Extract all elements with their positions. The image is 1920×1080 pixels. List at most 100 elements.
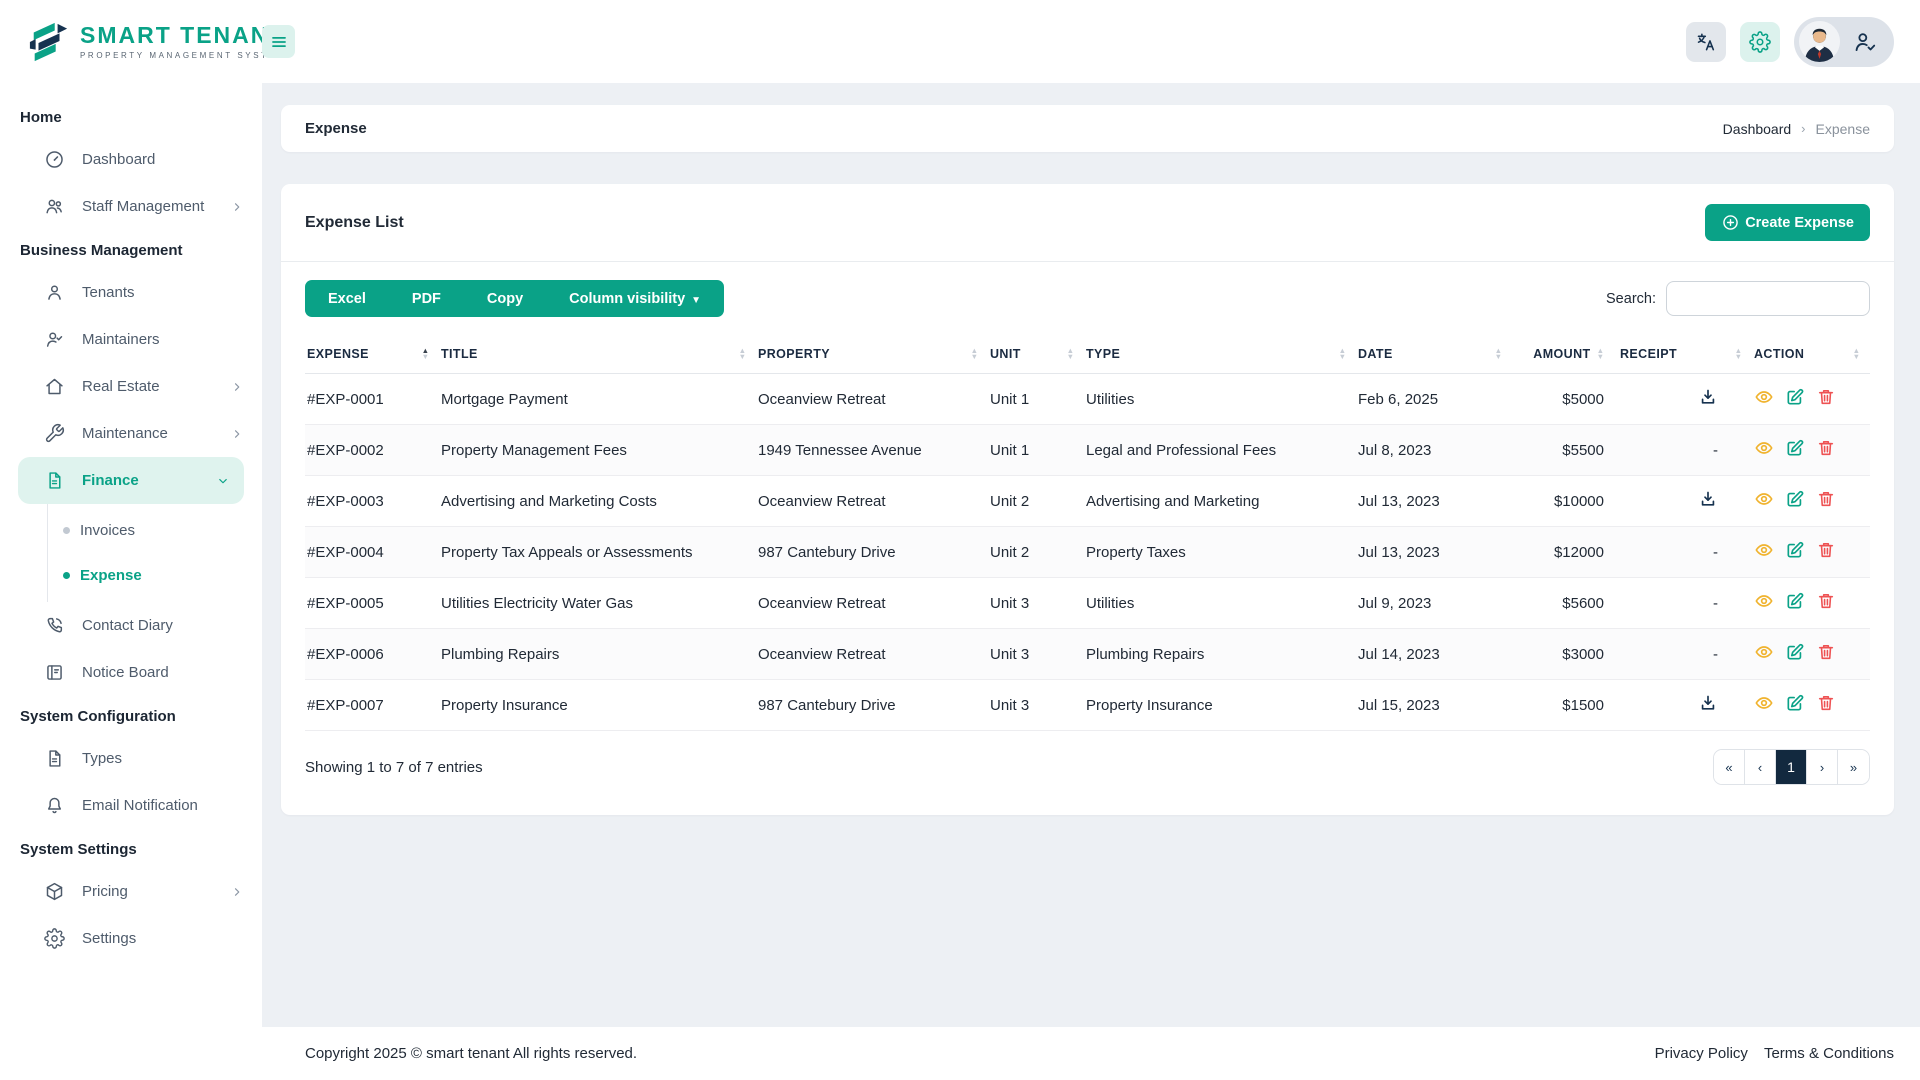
view-icon[interactable] — [1754, 540, 1774, 560]
export-button-group: Excel PDF Copy Column visibility ▼ — [305, 280, 725, 317]
expense-list-card: Expense List Create Expense Excel PDF Co… — [281, 184, 1894, 815]
pagination-first-button[interactable]: « — [1714, 750, 1745, 784]
sidebar-item-notice-board[interactable]: Notice Board — [0, 649, 262, 696]
property-cell: 987 Cantebury Drive — [756, 679, 988, 731]
column-header-property[interactable]: PROPERTY ▲ ▼ — [756, 337, 988, 374]
edit-icon[interactable] — [1785, 489, 1805, 509]
brand-logo[interactable]: SMART TENANT PROPERTY MANAGEMENT SYSTEM — [0, 19, 283, 65]
sidebar-item-settings[interactable]: Settings — [0, 915, 262, 962]
edit-icon[interactable] — [1785, 438, 1805, 458]
column-visibility-button[interactable]: Column visibility ▼ — [546, 280, 724, 317]
person-check-icon — [44, 329, 65, 350]
property-cell: 1949 Tennessee Avenue — [756, 424, 988, 476]
column-header-unit[interactable]: UNIT ▲ ▼ — [988, 337, 1084, 374]
download-receipt-icon[interactable] — [1698, 489, 1718, 509]
receipt-cell: - — [1618, 577, 1752, 629]
edit-icon[interactable] — [1785, 693, 1805, 713]
table-row[interactable]: #EXP-0004 Property Tax Appeals or Assess… — [305, 526, 1870, 578]
download-receipt-icon[interactable] — [1698, 693, 1718, 713]
sidebar-item-email-notification[interactable]: Email Notification — [0, 782, 262, 829]
search-input[interactable] — [1666, 281, 1870, 316]
create-expense-button[interactable]: Create Expense — [1705, 204, 1870, 241]
expense-table: EXPENSE ▲ ▼ TITLE ▲ ▼ PROPERTY ▲ ▼ UNIT ▲ ▼ TYPE… — [305, 337, 1870, 731]
pagination-next-button[interactable]: › — [1807, 750, 1838, 784]
sidebar-item-maintainers[interactable]: Maintainers — [0, 316, 262, 363]
pagination-last-button[interactable]: » — [1838, 750, 1869, 784]
footer-links: Privacy Policy Terms & Conditions — [1655, 1045, 1894, 1062]
property-cell: Oceanview Retreat — [756, 373, 988, 425]
sidebar-item-types[interactable]: Types — [0, 735, 262, 782]
delete-icon[interactable] — [1816, 387, 1836, 407]
settings-button[interactable] — [1740, 21, 1780, 62]
column-header-receipt[interactable]: RECEIPT ▲ ▼ — [1618, 337, 1752, 374]
edit-icon[interactable] — [1785, 591, 1805, 611]
profile-menu[interactable] — [1794, 16, 1894, 67]
sidebar-item-expense[interactable]: Expense — [48, 553, 262, 598]
sidebar-item-invoices[interactable]: Invoices — [48, 508, 262, 553]
page-footer: Copyright 2025 © smart tenant All rights… — [0, 1027, 1920, 1080]
copy-button[interactable]: Copy — [464, 280, 546, 317]
delete-icon[interactable] — [1816, 642, 1836, 662]
translate-button[interactable] — [1686, 21, 1726, 62]
edit-icon[interactable] — [1785, 540, 1805, 560]
receipt-cell — [1618, 475, 1752, 527]
sidebar-item-maintenance[interactable]: Maintenance — [0, 410, 262, 457]
privacy-policy-link[interactable]: Privacy Policy — [1655, 1045, 1748, 1062]
delete-icon[interactable] — [1816, 489, 1836, 509]
excel-button[interactable]: Excel — [305, 280, 389, 317]
expense-id-cell: #EXP-0001 — [305, 373, 439, 425]
column-header-type[interactable]: TYPE ▲ ▼ — [1084, 337, 1356, 374]
breadcrumb-dashboard-link[interactable]: Dashboard — [1723, 121, 1792, 137]
bullet-icon — [63, 572, 70, 579]
sidebar-item-staff-management[interactable]: Staff Management — [0, 183, 262, 230]
view-icon[interactable] — [1754, 489, 1774, 509]
delete-icon[interactable] — [1816, 540, 1836, 560]
view-icon[interactable] — [1754, 642, 1774, 662]
sidebar-section-business-management: Business Management — [20, 242, 183, 259]
card-title: Expense List — [305, 213, 404, 231]
delete-icon[interactable] — [1816, 438, 1836, 458]
table-row[interactable]: #EXP-0005 Utilities Electricity Water Ga… — [305, 577, 1870, 629]
sort-icons: ▲ ▼ — [1735, 347, 1742, 361]
column-header-expense[interactable]: EXPENSE ▲ ▼ — [305, 337, 439, 374]
pagination-page-1-button[interactable]: 1 — [1776, 750, 1807, 784]
delete-icon[interactable] — [1816, 591, 1836, 611]
column-header-amount[interactable]: AMOUNT ▲ ▼ — [1512, 337, 1618, 374]
sidebar-item-tenants[interactable]: Tenants — [0, 269, 262, 316]
delete-icon[interactable] — [1816, 693, 1836, 713]
download-receipt-icon[interactable] — [1698, 387, 1718, 407]
person-check-icon — [1852, 29, 1878, 55]
sort-icons: ▲ ▼ — [422, 347, 429, 361]
sidebar-item-real-estate[interactable]: Real Estate — [0, 363, 262, 410]
view-icon[interactable] — [1754, 387, 1774, 407]
type-cell: Advertising and Marketing — [1084, 475, 1356, 527]
table-row[interactable]: #EXP-0001 Mortgage Payment Oceanview Ret… — [305, 373, 1870, 425]
type-cell: Legal and Professional Fees — [1084, 424, 1356, 476]
view-icon[interactable] — [1754, 693, 1774, 713]
property-cell: Oceanview Retreat — [756, 475, 988, 527]
edit-icon[interactable] — [1785, 642, 1805, 662]
pagination-prev-button[interactable]: ‹ — [1745, 750, 1776, 784]
sidebar-toggle-button[interactable] — [262, 25, 295, 58]
view-icon[interactable] — [1754, 438, 1774, 458]
view-icon[interactable] — [1754, 591, 1774, 611]
table-row[interactable]: #EXP-0002 Property Management Fees 1949 … — [305, 424, 1870, 476]
pdf-button[interactable]: PDF — [389, 280, 464, 317]
table-row[interactable]: #EXP-0007 Property Insurance 987 Cantebu… — [305, 679, 1870, 731]
column-header-action[interactable]: ACTION ▲ ▼ — [1752, 337, 1870, 374]
sidebar-item-pricing[interactable]: Pricing — [0, 868, 262, 915]
column-header-title[interactable]: TITLE ▲ ▼ — [439, 337, 756, 374]
table-row[interactable]: #EXP-0003 Advertising and Marketing Cost… — [305, 475, 1870, 527]
terms-link[interactable]: Terms & Conditions — [1764, 1045, 1894, 1062]
edit-icon[interactable] — [1785, 387, 1805, 407]
column-header-date[interactable]: DATE ▲ ▼ — [1356, 337, 1512, 374]
no-receipt-dash: - — [1713, 441, 1718, 459]
wrench-icon — [44, 423, 65, 444]
table-row[interactable]: #EXP-0006 Plumbing Repairs Oceanview Ret… — [305, 628, 1870, 680]
date-cell: Feb 6, 2025 — [1356, 373, 1512, 425]
sidebar-item-dashboard[interactable]: Dashboard — [0, 136, 262, 183]
gear-icon — [1749, 30, 1771, 53]
main-content: Expense Dashboard › Expense Expense List — [262, 83, 1920, 1027]
sidebar-item-finance[interactable]: Finance — [18, 457, 244, 504]
sidebar-item-contact-diary[interactable]: Contact Diary — [0, 602, 262, 649]
